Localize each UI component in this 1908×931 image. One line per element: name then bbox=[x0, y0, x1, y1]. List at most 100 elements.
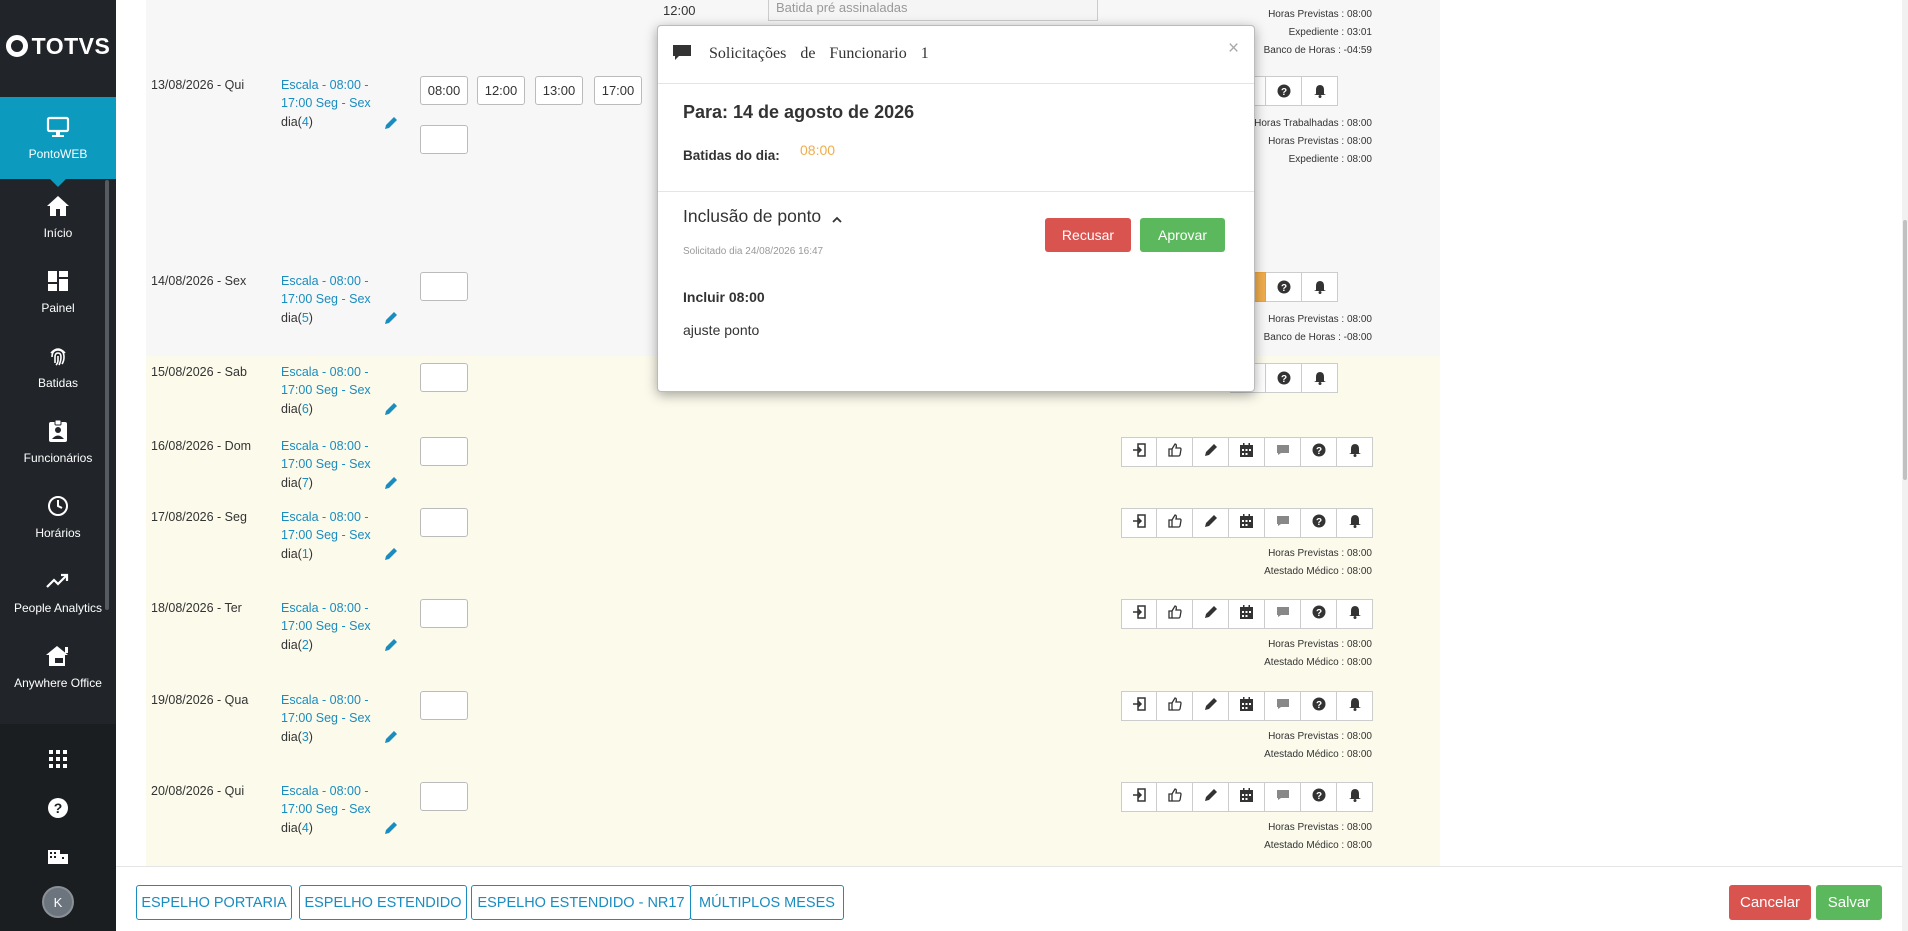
dia-number[interactable]: 4 bbox=[302, 115, 309, 129]
bell-button[interactable] bbox=[1337, 437, 1373, 467]
comment-button[interactable] bbox=[1265, 508, 1301, 538]
escala-link[interactable]: Escala - 08:00 - 17:00 Seg - Sex bbox=[281, 272, 381, 308]
comment-button[interactable] bbox=[1265, 782, 1301, 812]
bell-button[interactable] bbox=[1302, 76, 1338, 106]
edit-escala-icon[interactable] bbox=[384, 311, 398, 325]
time-entry-new[interactable] bbox=[420, 437, 468, 466]
bell-button[interactable] bbox=[1302, 363, 1338, 393]
thumbs-up-button[interactable] bbox=[1157, 508, 1193, 538]
time-entry-new[interactable] bbox=[420, 508, 468, 537]
time-entry-new[interactable] bbox=[420, 272, 468, 301]
sidebar-scrollbar[interactable] bbox=[105, 180, 109, 610]
sidebar-item-horarios[interactable]: Horários bbox=[0, 479, 116, 554]
building-icon[interactable] bbox=[0, 846, 116, 864]
sidebar-item-funcionarios[interactable]: Funcionários bbox=[0, 404, 116, 479]
question-button[interactable]: ? bbox=[1266, 76, 1302, 106]
bell-button[interactable] bbox=[1337, 508, 1373, 538]
question-button[interactable]: ? bbox=[1266, 272, 1302, 302]
exit-button[interactable] bbox=[1121, 599, 1157, 629]
sidebar-item-anywhere-office[interactable]: Anywhere Office bbox=[0, 629, 116, 704]
time-entry-new[interactable] bbox=[420, 782, 468, 811]
save-button[interactable]: Salvar bbox=[1816, 885, 1882, 920]
dia-number[interactable]: 5 bbox=[302, 311, 309, 325]
edit-escala-icon[interactable] bbox=[384, 402, 398, 416]
escala-link[interactable]: Escala - 08:00 - 17:00 Seg - Sex bbox=[281, 782, 381, 818]
exit-button[interactable] bbox=[1121, 508, 1157, 538]
bell-button[interactable] bbox=[1337, 782, 1373, 812]
time-entry-new[interactable] bbox=[420, 363, 468, 392]
time-entry-4[interactable]: 17:00 bbox=[594, 76, 642, 105]
calendar-button[interactable] bbox=[1229, 599, 1265, 629]
question-button[interactable]: ? bbox=[1301, 599, 1337, 629]
sidebar-item-pontoweb[interactable]: PontoWEB bbox=[0, 97, 116, 187]
comment-button[interactable] bbox=[1265, 437, 1301, 467]
sidebar-item-people-analytics[interactable]: People Analytics bbox=[0, 554, 116, 629]
escala-link[interactable]: Escala - 08:00 - 17:00 Seg - Sex bbox=[281, 437, 381, 473]
sidebar-item-inicio[interactable]: Início bbox=[0, 179, 116, 254]
dia-number[interactable]: 3 bbox=[302, 730, 309, 744]
calendar-button[interactable] bbox=[1229, 691, 1265, 721]
edit-escala-icon[interactable] bbox=[384, 547, 398, 561]
cancel-button[interactable]: Cancelar bbox=[1729, 885, 1811, 920]
edit-escala-icon[interactable] bbox=[384, 476, 398, 490]
apps-grid-icon[interactable] bbox=[0, 750, 116, 768]
question-button[interactable]: ? bbox=[1301, 508, 1337, 538]
exit-button[interactable] bbox=[1121, 437, 1157, 467]
espelho-estendido-nr17-button[interactable]: ESPELHO ESTENDIDO - NR17 bbox=[471, 885, 691, 920]
sidebar-item-painel[interactable]: Painel bbox=[0, 254, 116, 329]
espelho-estendido-button[interactable]: ESPELHO ESTENDIDO bbox=[299, 885, 467, 920]
escala-link[interactable]: Escala - 08:00 - 17:00 Seg - Sex bbox=[281, 363, 381, 399]
dia-number[interactable]: 6 bbox=[302, 402, 309, 416]
exit-button[interactable] bbox=[1121, 782, 1157, 812]
escala-link[interactable]: Escala - 08:00 - 17:00 Seg - Sex bbox=[281, 76, 381, 112]
dia-number[interactable]: 2 bbox=[302, 638, 309, 652]
thumbs-up-button[interactable] bbox=[1157, 782, 1193, 812]
calendar-button[interactable] bbox=[1229, 782, 1265, 812]
close-icon[interactable]: × bbox=[1228, 38, 1239, 60]
pencil-button[interactable] bbox=[1193, 782, 1229, 812]
question-button[interactable]: ? bbox=[1301, 437, 1337, 467]
edit-escala-icon[interactable] bbox=[384, 638, 398, 652]
time-entry-new[interactable] bbox=[420, 691, 468, 720]
thumbs-up-button[interactable] bbox=[1157, 437, 1193, 467]
escala-link[interactable]: Escala - 08:00 - 17:00 Seg - Sex bbox=[281, 599, 381, 635]
thumbs-up-button[interactable] bbox=[1157, 691, 1193, 721]
comment-button[interactable] bbox=[1265, 691, 1301, 721]
question-button[interactable]: ? bbox=[1266, 363, 1302, 393]
recusar-button[interactable]: Recusar bbox=[1045, 218, 1131, 252]
dia-number[interactable]: 1 bbox=[302, 547, 309, 561]
comment-button[interactable] bbox=[1265, 599, 1301, 629]
page-scrollbar-thumb[interactable] bbox=[1903, 220, 1907, 480]
bell-button[interactable] bbox=[1302, 272, 1338, 302]
edit-escala-icon[interactable] bbox=[384, 821, 398, 835]
espelho-portaria-button[interactable]: ESPELHO PORTARIA bbox=[136, 885, 292, 920]
time-entry-new[interactable] bbox=[420, 125, 468, 154]
calendar-button[interactable] bbox=[1229, 508, 1265, 538]
edit-escala-icon[interactable] bbox=[384, 116, 398, 130]
multiplos-meses-button[interactable]: MÚLTIPLOS MESES bbox=[690, 885, 844, 920]
time-entry-2[interactable]: 12:00 bbox=[477, 76, 525, 105]
question-button[interactable]: ? bbox=[1301, 691, 1337, 721]
pencil-button[interactable] bbox=[1193, 508, 1229, 538]
avatar[interactable]: K bbox=[42, 886, 74, 918]
pencil-button[interactable] bbox=[1193, 437, 1229, 467]
aprovar-button[interactable]: Aprovar bbox=[1140, 218, 1225, 252]
escala-link[interactable]: Escala - 08:00 - 17:00 Seg - Sex bbox=[281, 691, 381, 727]
help-icon[interactable]: ? bbox=[0, 798, 116, 818]
question-button[interactable]: ? bbox=[1301, 782, 1337, 812]
time-entry-new[interactable] bbox=[420, 599, 468, 628]
escala-link[interactable]: Escala - 08:00 - 17:00 Seg - Sex bbox=[281, 508, 381, 544]
dia-number[interactable]: 4 bbox=[302, 821, 309, 835]
pencil-button[interactable] bbox=[1193, 599, 1229, 629]
edit-escala-icon[interactable] bbox=[384, 730, 398, 744]
bell-button[interactable] bbox=[1337, 691, 1373, 721]
batida-preassinalada-field[interactable]: Batida pré assinaladas bbox=[768, 0, 1098, 21]
totvs-logo[interactable]: TOTVS bbox=[0, 20, 116, 72]
time-entry-1[interactable]: 08:00 bbox=[420, 76, 468, 105]
exit-button[interactable] bbox=[1121, 691, 1157, 721]
thumbs-up-button[interactable] bbox=[1157, 599, 1193, 629]
calendar-button[interactable] bbox=[1229, 437, 1265, 467]
dia-number[interactable]: 7 bbox=[302, 476, 309, 490]
pencil-button[interactable] bbox=[1193, 691, 1229, 721]
inclusao-section-toggle[interactable]: Inclusão de ponto bbox=[683, 206, 842, 228]
